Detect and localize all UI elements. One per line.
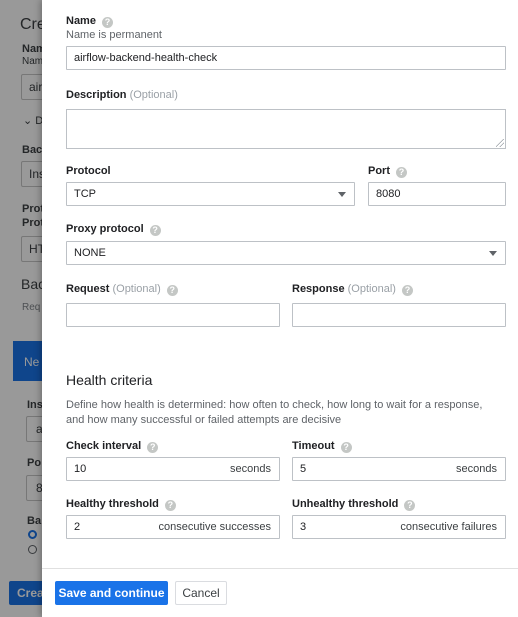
name-permanent-note: Name is permanent [66, 29, 162, 41]
chevron-down-icon [489, 251, 497, 256]
protocol-label: Protocol [66, 165, 111, 177]
name-input-value: airflow-backend-health-check [74, 52, 218, 64]
save-and-continue-button[interactable]: Save and continue [55, 581, 168, 605]
protocol-select-value: TCP [74, 188, 96, 200]
healthy-threshold-unit: consecutive successes [158, 521, 272, 533]
healthy-threshold-input[interactable]: 2 consecutive successes [66, 515, 280, 539]
protocol-select[interactable]: TCP [66, 182, 355, 206]
unhealthy-threshold-label: Unhealthy threshold? [292, 498, 416, 511]
timeout-value: 5 [300, 463, 307, 475]
port-label: Port? [368, 165, 407, 178]
request-input[interactable] [66, 303, 280, 327]
unhealthy-threshold-unit: consecutive failures [400, 521, 497, 533]
help-icon[interactable]: ? [149, 225, 161, 236]
check-interval-value: 10 [74, 463, 87, 475]
healthy-threshold-value: 2 [74, 521, 81, 533]
timeout-input[interactable]: 5 seconds [292, 457, 506, 481]
resize-grip-icon[interactable] [496, 139, 504, 147]
health-check-panel: Name? Name is permanent airflow-backend-… [42, 0, 518, 617]
help-icon[interactable]: ? [147, 442, 159, 453]
help-icon[interactable]: ? [396, 167, 407, 178]
help-icon[interactable]: ? [401, 285, 413, 296]
request-label: Request (Optional)? [66, 283, 178, 296]
help-icon[interactable]: ? [164, 500, 176, 511]
port-input-value: 8080 [376, 188, 401, 200]
response-input[interactable] [292, 303, 506, 327]
unhealthy-threshold-value: 3 [300, 521, 307, 533]
help-icon[interactable]: ? [101, 17, 113, 28]
check-interval-label: Check interval? [66, 440, 159, 453]
timeout-unit: seconds [456, 463, 497, 475]
proxy-protocol-value: NONE [74, 247, 106, 259]
health-criteria-title: Health criteria [66, 372, 153, 388]
healthy-threshold-label: Healthy threshold? [66, 498, 176, 511]
description-textarea[interactable] [66, 109, 506, 149]
help-icon[interactable]: ? [340, 442, 352, 453]
footer-divider [42, 568, 518, 569]
name-label: Name? [66, 15, 113, 28]
health-criteria-description: Define how health is determined: how oft… [66, 399, 483, 426]
unhealthy-threshold-input[interactable]: 3 consecutive failures [292, 515, 506, 539]
proxy-protocol-select[interactable]: NONE [66, 241, 506, 265]
timeout-label: Timeout? [292, 440, 352, 453]
cancel-button[interactable]: Cancel [175, 581, 227, 605]
chevron-down-icon [338, 192, 346, 197]
help-icon[interactable]: ? [166, 285, 178, 296]
check-interval-unit: seconds [230, 463, 271, 475]
name-input[interactable]: airflow-backend-health-check [66, 46, 506, 70]
check-interval-input[interactable]: 10 seconds [66, 457, 280, 481]
response-label: Response (Optional)? [292, 283, 413, 296]
port-input[interactable]: 8080 [368, 182, 506, 206]
help-icon[interactable]: ? [404, 500, 416, 511]
description-label: Description (Optional) [66, 89, 178, 101]
proxy-protocol-label: Proxy protocol? [66, 223, 161, 236]
